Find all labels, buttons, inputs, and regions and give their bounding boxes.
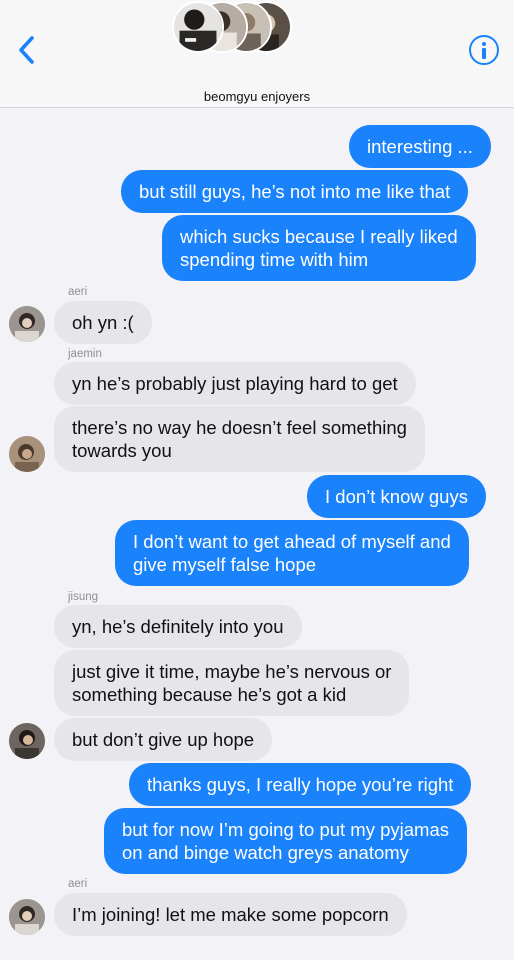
message-bubble-outgoing[interactable]: but still guys, he’s not into me like th… bbox=[121, 170, 469, 213]
message-bubble-incoming[interactable]: just give it time, maybe he’s nervous or… bbox=[54, 650, 410, 716]
chevron-left-icon bbox=[19, 36, 34, 64]
message-bubble-outgoing[interactable]: I don’t want to get ahead of myself and … bbox=[115, 520, 469, 586]
info-icon bbox=[471, 37, 497, 63]
group-avatar-stack[interactable] bbox=[172, 1, 292, 53]
message-bubble-incoming[interactable]: there’s no way he doesn’t feel something… bbox=[54, 406, 425, 472]
message-bubble-incoming[interactable]: yn, he’s definitely into you bbox=[54, 605, 302, 648]
message-bubble-outgoing[interactable]: thanks guys, I really hope you’re right bbox=[129, 763, 472, 806]
message-thread[interactable]: interesting ... but still guys, he’s not… bbox=[0, 108, 514, 960]
sender-name: jaemin bbox=[68, 348, 102, 360]
message-bubble-outgoing[interactable]: but for now I’m going to put my pyjamas … bbox=[104, 808, 467, 874]
message-bubble-incoming[interactable]: I’m joining! let me make some popcorn bbox=[54, 893, 407, 936]
message-bubble-outgoing[interactable]: interesting ... bbox=[349, 125, 491, 168]
sender-name: aeri bbox=[68, 286, 88, 298]
message-bubble-incoming[interactable]: but don’t give up hope bbox=[54, 718, 273, 761]
message-bubble-incoming[interactable]: yn he’s probably just playing hard to ge… bbox=[54, 362, 416, 405]
back-button[interactable] bbox=[12, 32, 44, 68]
conversation-header: beomgyu enjoyers bbox=[0, 0, 514, 108]
sender-name: aeri bbox=[68, 878, 88, 890]
message-bubble-incoming[interactable]: oh yn :( bbox=[54, 301, 152, 344]
info-button[interactable] bbox=[469, 35, 499, 65]
message-bubble-outgoing[interactable]: which sucks because I really liked spend… bbox=[162, 215, 476, 281]
sender-avatar[interactable] bbox=[9, 306, 45, 342]
sender-avatar[interactable] bbox=[9, 436, 45, 472]
sender-avatar[interactable] bbox=[9, 723, 45, 759]
group-name[interactable]: beomgyu enjoyers bbox=[0, 89, 514, 104]
sender-name: jisung bbox=[68, 591, 99, 603]
message-bubble-outgoing[interactable]: I don’t know guys bbox=[307, 475, 486, 518]
group-member-avatar bbox=[172, 1, 224, 53]
sender-avatar[interactable] bbox=[9, 899, 45, 935]
